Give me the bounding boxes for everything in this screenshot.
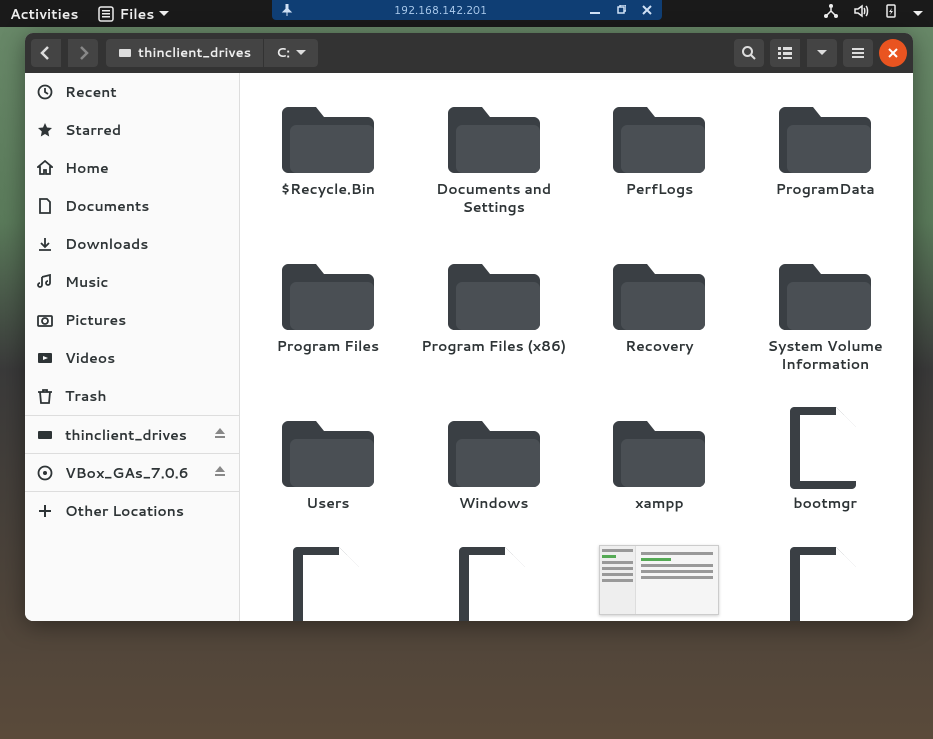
- file-label: Recovery: [625, 338, 693, 356]
- sidebar-item-home[interactable]: Home: [25, 149, 239, 187]
- folder-icon: [613, 91, 705, 177]
- volume-icon[interactable]: [853, 3, 869, 24]
- download-icon: [37, 236, 53, 252]
- network-icon[interactable]: [823, 3, 839, 24]
- disc-icon: [37, 465, 53, 481]
- file-label: xampp: [635, 495, 684, 513]
- folder-item[interactable]: System Volume Information: [745, 248, 905, 373]
- forward-button[interactable]: [68, 39, 98, 67]
- file-item[interactable]: bootmgr: [745, 405, 905, 513]
- search-button[interactable]: [734, 39, 764, 67]
- sidebar-item-trash[interactable]: Trash: [25, 377, 239, 415]
- home-icon: [37, 160, 53, 176]
- music-icon: [37, 274, 53, 290]
- folder-item[interactable]: $Recycle.Bin: [248, 91, 408, 199]
- sidebar-item-downloads[interactable]: Downloads: [25, 225, 239, 263]
- sidebar-item-pictures[interactable]: Pictures: [25, 301, 239, 339]
- rdp-pin-icon[interactable]: [278, 1, 296, 19]
- folder-icon: [282, 405, 374, 491]
- files-app-menu[interactable]: Files: [98, 4, 169, 24]
- file-label: $Recycle.Bin: [281, 181, 375, 199]
- folder-item[interactable]: xampp: [580, 405, 740, 513]
- document-icon: [37, 198, 53, 214]
- folder-item[interactable]: ProgramData: [745, 91, 905, 199]
- file-label: Program Files (x86): [421, 338, 566, 356]
- rdp-close-button[interactable]: [638, 1, 656, 19]
- hamburger-menu-button[interactable]: [843, 39, 873, 67]
- trash-icon: [37, 388, 53, 404]
- video-icon: [37, 350, 53, 366]
- file-label: Windows: [459, 495, 529, 513]
- folder-icon: [282, 91, 374, 177]
- plus-icon: [37, 503, 53, 519]
- folder-icon: [282, 248, 374, 334]
- folder-icon: [613, 248, 705, 334]
- path-segment-root[interactable]: thinclient_drives: [106, 39, 263, 67]
- folder-item[interactable]: PerfLogs: [580, 91, 740, 199]
- rdp-title: 192.168.142.201: [304, 2, 578, 18]
- power-icon[interactable]: [883, 3, 899, 24]
- rdp-restore-button[interactable]: [612, 1, 630, 19]
- rdp-minimize-button[interactable]: [586, 1, 604, 19]
- view-options-button[interactable]: [807, 39, 837, 67]
- sidebar-item-thinclient[interactable]: thinclient_drives: [25, 415, 239, 453]
- file-item[interactable]: [580, 545, 740, 615]
- sidebar-item-videos[interactable]: Videos: [25, 339, 239, 377]
- activities-button[interactable]: Activities: [10, 4, 78, 24]
- folder-icon: [613, 405, 705, 491]
- drive-icon: [37, 427, 53, 443]
- file-icon: [779, 545, 871, 622]
- folder-icon: [448, 248, 540, 334]
- file-label: Users: [306, 495, 349, 513]
- eject-icon[interactable]: [213, 425, 227, 445]
- folder-icon: [448, 405, 540, 491]
- window-close-button[interactable]: [879, 39, 907, 67]
- file-icon: [282, 545, 374, 622]
- folder-item[interactable]: Program Files: [248, 248, 408, 356]
- sidebar: Recent Starred Home Documents Downloads …: [25, 73, 240, 621]
- sidebar-item-other-locations[interactable]: Other Locations: [25, 491, 239, 529]
- image-thumbnail: [599, 545, 719, 615]
- folder-icon: [779, 91, 871, 177]
- view-mode-button[interactable]: [770, 39, 800, 67]
- file-item[interactable]: [414, 545, 574, 622]
- folder-icon: [448, 91, 540, 177]
- pathbar: thinclient_drives C:: [106, 39, 414, 67]
- rdp-titlebar: 192.168.142.201: [272, 0, 662, 20]
- eject-icon[interactable]: [213, 463, 227, 483]
- camera-icon: [37, 312, 53, 328]
- sidebar-item-vbox[interactable]: VBox_GAs_7.0.6: [25, 453, 239, 491]
- file-view[interactable]: $Recycle.Bin Documents and Settings PerfLo…: [240, 73, 913, 621]
- sidebar-item-music[interactable]: Music: [25, 263, 239, 301]
- sidebar-item-documents[interactable]: Documents: [25, 187, 239, 225]
- star-icon: [37, 122, 53, 138]
- file-label: System Volume Information: [750, 338, 900, 373]
- folder-icon: [779, 248, 871, 334]
- file-item[interactable]: [248, 545, 408, 622]
- folder-item[interactable]: Program Files (x86): [414, 248, 574, 356]
- clock-icon: [37, 84, 53, 100]
- file-label: Program Files: [277, 338, 380, 356]
- file-icon: [448, 545, 540, 622]
- folder-item[interactable]: Recovery: [580, 248, 740, 356]
- file-label: Documents and Settings: [419, 181, 569, 216]
- headerbar: thinclient_drives C:: [25, 33, 913, 73]
- back-button[interactable]: [31, 39, 61, 67]
- file-item[interactable]: [745, 545, 905, 622]
- path-segment-drive[interactable]: C:: [264, 39, 318, 67]
- file-label: ProgramData: [776, 181, 875, 199]
- file-label: PerfLogs: [626, 181, 694, 199]
- file-label: bootmgr: [793, 495, 857, 513]
- sidebar-item-starred[interactable]: Starred: [25, 111, 239, 149]
- sidebar-item-recent[interactable]: Recent: [25, 73, 239, 111]
- folder-item[interactable]: Documents and Settings: [414, 91, 574, 216]
- folder-item[interactable]: Windows: [414, 405, 574, 513]
- chevron-down-icon[interactable]: [913, 11, 923, 17]
- folder-item[interactable]: Users: [248, 405, 408, 513]
- files-window: thinclient_drives C: Recent Starred Home…: [25, 33, 913, 621]
- file-icon: [779, 405, 871, 491]
